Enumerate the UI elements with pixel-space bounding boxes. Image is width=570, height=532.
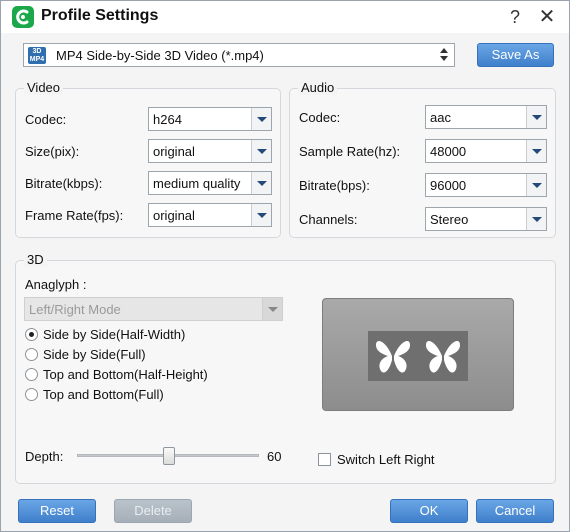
app-logo-icon — [12, 6, 34, 28]
audio-bitrate-select[interactable]: 96000 — [425, 173, 547, 197]
audio-sample-rate-label: Sample Rate(hz): — [299, 144, 401, 159]
depth-value: 60 — [267, 449, 282, 464]
radio-label: Top and Bottom(Half-Height) — [43, 367, 208, 382]
video-frame-rate-label: Frame Rate(fps): — [25, 208, 124, 223]
video-codec-select[interactable]: h264 — [148, 107, 272, 131]
audio-codec-label: Codec: — [299, 110, 341, 125]
profile-settings-window: Profile Settings ? ✕ 3D MP4 MP4 Side-by-… — [0, 0, 570, 532]
mp4-3d-icon: 3D MP4 — [28, 47, 46, 64]
chevron-down-icon — [526, 174, 546, 196]
format-select[interactable]: 3D MP4 MP4 Side-by-Side 3D Video (*.mp4) — [23, 43, 455, 67]
cancel-button[interactable]: Cancel — [476, 499, 554, 523]
video-bitrate-label: Bitrate(kbps): — [25, 176, 103, 191]
chevron-down-icon — [262, 298, 282, 320]
audio-group-title: Audio — [298, 80, 338, 95]
close-icon[interactable]: ✕ — [534, 5, 560, 29]
video-frame-rate-value: original — [153, 208, 195, 223]
save-as-button[interactable]: Save As — [477, 43, 554, 67]
ok-button[interactable]: OK — [390, 499, 468, 523]
audio-codec-value: aac — [430, 110, 451, 125]
format-select-value: MP4 Side-by-Side 3D Video (*.mp4) — [56, 48, 264, 63]
audio-bitrate-value: 96000 — [430, 178, 467, 193]
audio-sample-rate-value: 48000 — [430, 144, 467, 159]
butterfly-icon — [426, 340, 460, 373]
video-size-select[interactable]: original — [148, 139, 272, 163]
radio-label: Side by Side(Full) — [43, 347, 146, 362]
video-size-value: original — [153, 144, 195, 159]
updown-arrows-icon — [440, 47, 450, 63]
radio-label: Side by Side(Half-Width) — [43, 327, 186, 342]
audio-bitrate-label: Bitrate(bps): — [299, 178, 370, 193]
chevron-down-icon — [251, 172, 271, 194]
title-bar: Profile Settings ? ✕ — [1, 1, 569, 33]
video-bitrate-select[interactable]: medium quality — [148, 171, 272, 195]
video-size-label: Size(pix): — [25, 144, 80, 159]
video-frame-rate-select[interactable]: original — [148, 203, 272, 227]
chevron-down-icon — [251, 140, 271, 162]
audio-channels-select[interactable]: Stereo — [425, 207, 547, 231]
audio-codec-select[interactable]: aac — [425, 105, 547, 129]
anaglyph-select[interactable]: Left/Right Mode — [24, 297, 283, 321]
chevron-down-icon — [526, 106, 546, 128]
3d-preview — [322, 298, 514, 411]
3d-group-title: 3D — [24, 252, 47, 267]
audio-channels-value: Stereo — [430, 212, 469, 227]
video-codec-label: Codec: — [25, 112, 67, 127]
depth-slider-thumb[interactable] — [163, 447, 175, 465]
audio-sample-rate-select[interactable]: 48000 — [425, 139, 547, 163]
chevron-down-icon — [251, 204, 271, 226]
delete-button[interactable]: Delete — [114, 499, 192, 523]
switch-left-right-checkbox[interactable] — [318, 453, 331, 466]
radio-dot — [25, 348, 38, 361]
radio-dot — [25, 388, 38, 401]
depth-label: Depth: — [25, 449, 64, 464]
radio-label: Top and Bottom(Full) — [43, 387, 164, 402]
window-title: Profile Settings — [41, 7, 159, 24]
anaglyph-value: Left/Right Mode — [29, 302, 121, 317]
video-codec-value: h264 — [153, 112, 182, 127]
video-bitrate-value: medium quality — [153, 176, 241, 191]
chevron-down-icon — [251, 108, 271, 130]
video-group-title: Video — [24, 80, 64, 95]
reset-button[interactable]: Reset — [18, 499, 96, 523]
help-icon[interactable]: ? — [502, 5, 528, 29]
butterfly-icon — [376, 340, 410, 373]
chevron-down-icon — [526, 140, 546, 162]
switch-left-right-label[interactable]: Switch Left Right — [337, 452, 435, 467]
audio-channels-label: Channels: — [299, 212, 358, 227]
radio-dot — [25, 328, 38, 341]
anaglyph-label: Anaglyph : — [25, 277, 87, 292]
preview-frame — [368, 331, 468, 381]
chevron-down-icon — [526, 208, 546, 230]
radio-dot — [25, 368, 38, 381]
